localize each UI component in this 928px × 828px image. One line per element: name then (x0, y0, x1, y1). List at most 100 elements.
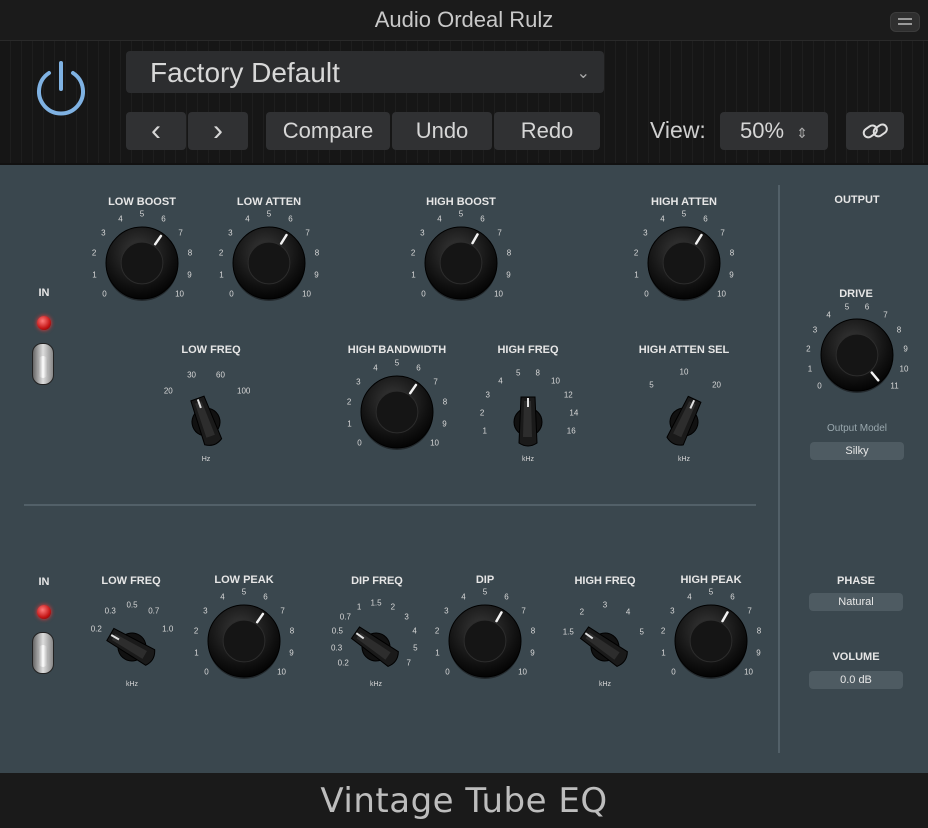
compare-button[interactable]: Compare (266, 112, 390, 150)
drive-label: DRIVE (839, 288, 873, 300)
high-boost-knob[interactable] (421, 223, 501, 303)
low-atten-tick-label: 9 (314, 270, 319, 280)
bottom-in-toggle[interactable] (32, 632, 54, 674)
next-preset-button[interactable]: › (188, 112, 248, 150)
phase-selector[interactable]: Natural (809, 593, 903, 611)
high-freq-top-tick-label: 5 (516, 368, 521, 378)
link-button[interactable] (846, 112, 904, 150)
volume-label: VOLUME (832, 651, 880, 663)
top-in-toggle[interactable] (32, 343, 54, 385)
drive-knob[interactable] (817, 315, 897, 395)
high-atten-sel-switch[interactable] (649, 387, 719, 457)
output-model-selector[interactable]: Silky (810, 442, 904, 460)
high-peak-tick-label: 2 (660, 626, 666, 636)
high-freq-top-switch[interactable] (493, 387, 563, 457)
low-freq-top-switch[interactable] (171, 387, 241, 457)
high-freq-top-tick-label: 2 (479, 408, 485, 418)
dip-tick-label: 8 (530, 626, 536, 636)
high-freq-bottom-tick-label: 5 (639, 627, 644, 637)
dip-freq-tick-label: 5 (413, 643, 418, 653)
low-boost-tick-label: 2 (91, 248, 97, 258)
dip-tick-label: 1 (435, 648, 440, 658)
low-peak-tick-label: 2 (193, 626, 199, 636)
window-menu-button[interactable] (890, 12, 920, 32)
dip-freq-switch[interactable] (341, 612, 411, 682)
high-boost-tick-label: 5 (458, 209, 464, 219)
high-atten-knob[interactable] (644, 223, 724, 303)
plugin-header: Factory Default ⌄ ‹ › Compare Undo Redo … (0, 41, 928, 163)
previous-preset-button[interactable]: ‹ (126, 112, 186, 150)
high-peak-tick-label: 1 (661, 648, 666, 658)
low-freq-bottom-switch[interactable] (97, 612, 167, 682)
bottom-in-led (37, 605, 51, 619)
high-peak-tick-label: 5 (708, 587, 714, 597)
high-boost-tick-label: 9 (506, 270, 511, 280)
stepper-icon: ⇕ (796, 125, 808, 141)
high-freq-top-unit: kHz (521, 456, 535, 463)
high-freq-top-tick-label: 4 (498, 376, 503, 386)
low-atten-label: LOW ATTEN (236, 196, 302, 208)
power-icon[interactable] (30, 59, 92, 121)
dip-knob[interactable] (445, 601, 525, 681)
high-atten-sel-label: HIGH ATTEN SEL (638, 344, 730, 356)
low-freq-bottom-tick-label: 0.5 (126, 600, 138, 610)
high-boost-tick-label: 1 (411, 270, 416, 280)
high-atten-label: HIGH ATTEN (651, 196, 717, 208)
low-peak-tick-label: 1 (194, 648, 199, 658)
window-title: Audio Ordeal Rulz (374, 7, 554, 32)
high-peak-knob[interactable] (671, 601, 751, 681)
high-peak-tick-label: 8 (756, 626, 762, 636)
low-atten-knob[interactable] (229, 223, 309, 303)
high-peak-tick-label: 9 (756, 648, 761, 658)
low-freq-top-tick-label: 30 (187, 370, 196, 380)
dip-tick-label: 5 (482, 587, 488, 597)
dip-freq-tick-label: 1 (356, 602, 362, 612)
bottom-in-label: IN (38, 576, 50, 588)
low-freq-top-label: LOW FREQ (181, 344, 241, 356)
top-in-label: IN (38, 287, 50, 299)
undo-button[interactable]: Undo (392, 112, 492, 150)
high-bandwidth-tick-label: 9 (442, 419, 447, 429)
low-freq-bottom-label: LOW FREQ (101, 575, 161, 587)
low-atten-tick-label: 2 (218, 248, 224, 258)
chevron-left-icon: ‹ (151, 114, 161, 147)
high-bandwidth-label: HIGH BANDWIDTH (347, 344, 447, 356)
top-in-led (37, 316, 51, 330)
high-boost-tick-label: 8 (506, 248, 512, 258)
low-peak-tick-label: 8 (289, 626, 295, 636)
preset-name: Factory Default (150, 57, 340, 88)
dip-freq-tick-label: 2 (390, 602, 396, 612)
high-bandwidth-tick-label: 1 (347, 419, 352, 429)
low-boost-tick-label: 5 (139, 209, 145, 219)
dip-freq-tick-label: 4 (412, 626, 417, 636)
dip-freq-label: DIP FREQ (351, 575, 403, 587)
drive-tick-label: 5 (844, 302, 850, 312)
preset-dropdown[interactable]: Factory Default ⌄ (126, 51, 604, 93)
high-freq-top-tick-label: 3 (485, 390, 490, 400)
high-atten-tick-label: 5 (681, 209, 687, 219)
drive-tick-label: 10 (899, 364, 909, 374)
chevron-right-icon: › (213, 114, 223, 147)
high-freq-bottom-tick-label: 3 (602, 600, 608, 610)
phase-label: PHASE (837, 575, 875, 587)
low-boost-tick-label: 1 (92, 270, 97, 280)
dip-label: DIP (475, 574, 495, 586)
high-bandwidth-knob[interactable] (357, 372, 437, 452)
low-atten-tick-label: 8 (314, 248, 320, 258)
high-freq-top-tick-label: 12 (563, 390, 573, 400)
low-boost-knob[interactable] (102, 223, 182, 303)
plugin-footer: Vintage Tube EQ (0, 773, 928, 828)
high-atten-tick-label: 1 (634, 270, 639, 280)
high-boost-label: HIGH BOOST (426, 196, 496, 208)
drive-tick-label: 1 (807, 364, 813, 374)
view-zoom-stepper[interactable]: 50% ⇕ (720, 112, 828, 150)
dip-freq-tick-label: 1.5 (370, 598, 382, 608)
redo-button[interactable]: Redo (494, 112, 600, 150)
high-freq-top-tick-label: 14 (569, 408, 579, 418)
volume-field[interactable]: 0.0 dB (809, 671, 903, 689)
low-peak-knob[interactable] (204, 601, 284, 681)
drive-tick-label: 9 (903, 344, 908, 354)
output-model-label: Output Model (826, 423, 888, 434)
high-freq-bottom-switch[interactable] (570, 612, 640, 682)
low-peak-tick-label: 9 (289, 648, 294, 658)
